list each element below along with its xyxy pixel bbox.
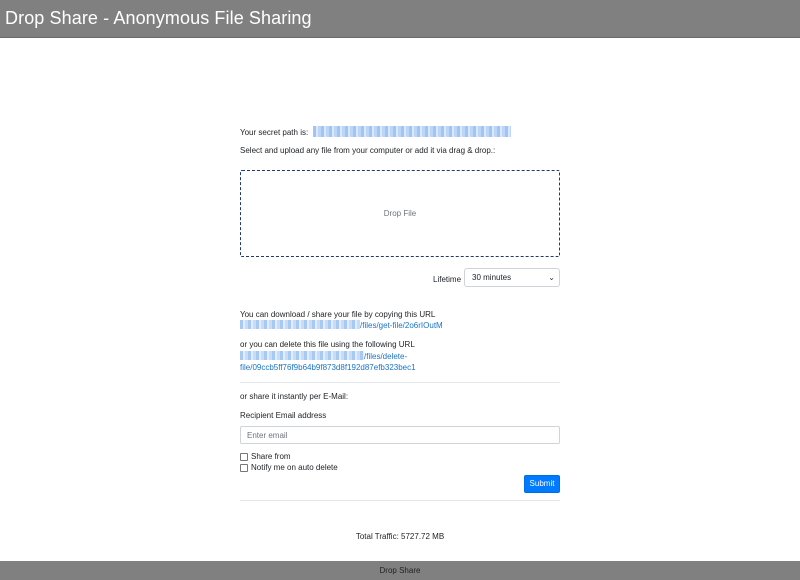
download-url-label: You can download / share your file by co… (240, 310, 436, 319)
download-url-tail: /files/get-file/2o6rIOutM (360, 321, 443, 330)
notify-label: Notify me on auto delete (251, 463, 338, 472)
share-from-option: Share from (240, 451, 291, 462)
chevron-down-icon: ⌄ (548, 273, 555, 282)
share-email-label: or share it instantly per E-Mail: (240, 392, 349, 401)
share-from-checkbox[interactable] (240, 452, 248, 461)
lifetime-select[interactable]: 30 minutes ⌄ (464, 268, 560, 287)
delete-url-tail-1: /files/delete- (364, 352, 408, 361)
lifetime-label: Lifetime (433, 275, 462, 284)
email-field[interactable] (240, 426, 560, 444)
secret-path-label: Your secret path is: (240, 128, 309, 137)
delete-url-link-continued[interactable]: file/09ccb5ff76f9b64b9f873d8f192d87efb32… (240, 362, 416, 373)
download-url-link[interactable]: /files/get-file/2o6rIOutM (240, 320, 443, 331)
footer: Drop Share (0, 561, 800, 580)
secret-path-line: Your secret path is: (240, 126, 512, 138)
file-dropzone[interactable]: Drop File (240, 170, 560, 257)
submit-button[interactable]: Submit (524, 475, 560, 493)
notify-option: Notify me on auto delete (240, 462, 338, 473)
secret-path-redacted[interactable] (313, 126, 512, 137)
top-navbar: Drop Share - Anonymous File Sharing (0, 0, 800, 38)
notify-checkbox[interactable] (240, 463, 248, 472)
dropzone-label: Drop File (383, 209, 417, 218)
share-from-label: Share from (251, 452, 291, 461)
delete-url-redacted (240, 351, 364, 360)
delete-url-label: or you can delete this file using the fo… (240, 340, 415, 349)
recipient-email-label: Recipient Email address (240, 411, 327, 420)
divider (240, 382, 560, 383)
download-url-redacted (240, 320, 360, 329)
app-title[interactable]: Drop Share - Anonymous File Sharing (5, 8, 312, 29)
divider (240, 500, 560, 501)
delete-url-link[interactable]: /files/delete- (240, 351, 407, 362)
lifetime-selected-value: 30 minutes (472, 273, 512, 282)
upload-instruction: Select and upload any file from your com… (240, 146, 496, 155)
total-traffic: Total Traffic: 5727.72 MB (355, 532, 445, 541)
